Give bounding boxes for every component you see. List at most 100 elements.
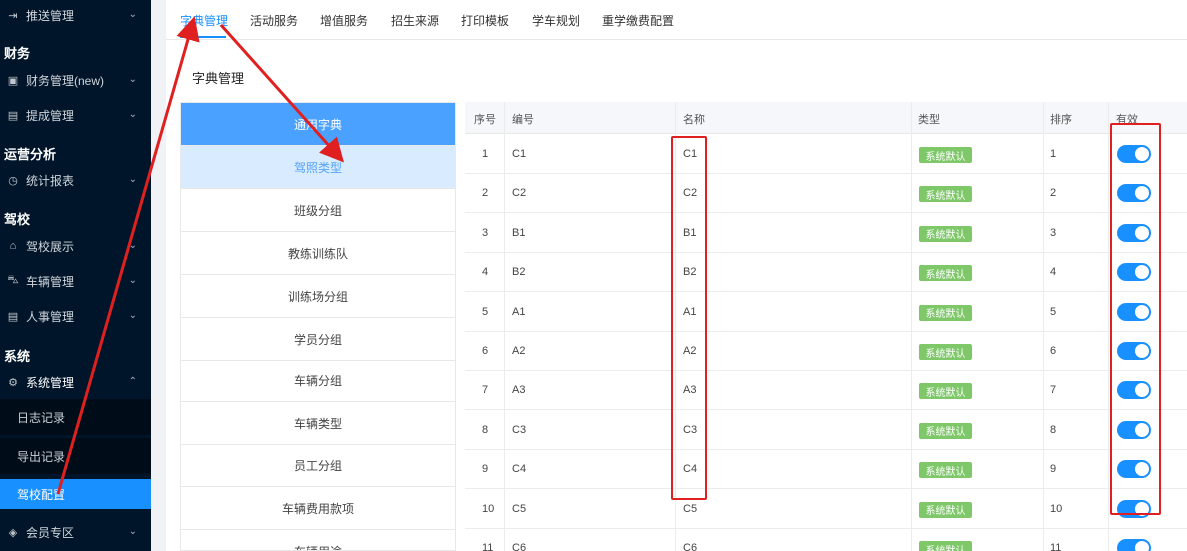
column-header-code: 编号 <box>512 114 534 126</box>
dict-item[interactable]: 训练场分组 <box>181 275 455 318</box>
cell-code: C5 <box>512 502 527 515</box>
cell-code: C3 <box>512 423 527 436</box>
annotation-box-name-column <box>671 136 707 500</box>
sidebar-group-school: 驾校 <box>4 212 31 227</box>
dictionary-list: 通用字典 驾照类型 班级分组 教练训练队 训练场分组 学员分组 车辆分组 车辆类… <box>180 102 456 551</box>
cell-sort: 2 <box>1050 187 1057 200</box>
cell-index: 4 <box>482 266 489 279</box>
enabled-toggle[interactable] <box>1117 539 1151 551</box>
sidebar-subitem-export[interactable]: 导出记录 <box>0 438 151 474</box>
sidebar-group-ops: 运营分析 <box>4 147 57 162</box>
dict-item[interactable]: 车辆类型 <box>181 402 455 445</box>
cell-name: C5 <box>683 502 698 515</box>
chevron-down-icon: ⌄ <box>128 240 137 251</box>
document-icon: ▤ <box>7 310 19 323</box>
clock-icon: ◷ <box>8 174 18 187</box>
dict-item[interactable]: 教练训练队 <box>181 232 455 275</box>
dict-list-header[interactable]: 通用字典 <box>181 103 455 146</box>
wallet-icon: ▣ <box>7 74 19 87</box>
cell-sort: 3 <box>1050 226 1057 239</box>
sidebar-subitem-school-config[interactable]: 驾校配置 <box>0 479 151 509</box>
type-tag-system-default: 系统默认 <box>919 147 972 163</box>
sidebar-subitem-log[interactable]: 日志记录 <box>0 399 151 435</box>
chevron-down-icon: ⌄ <box>128 9 137 20</box>
sidebar-item-finance[interactable]: ▣ 财务管理(new) ⌄ <box>0 66 151 94</box>
type-tag-system-default: 系统默认 <box>919 422 972 439</box>
dict-item-license-type[interactable]: 驾照类型 <box>181 146 455 189</box>
tab-activity[interactable]: 活动服务 <box>250 12 298 29</box>
cell-sort: 4 <box>1050 266 1057 279</box>
sidebar-item-label: 车辆管理 <box>26 274 75 289</box>
sidebar-item-push[interactable]: ⇥ 推送管理 ⌄ <box>0 1 151 29</box>
tab-print-template[interactable]: 打印模板 <box>461 12 509 29</box>
document-icon: ▤ <box>7 109 19 122</box>
cell-code: C1 <box>512 148 527 160</box>
sidebar-item-label: 会员专区 <box>26 525 75 540</box>
cell-code: A3 <box>512 384 526 397</box>
tab-relearn-fee[interactable]: 重学缴费配置 <box>602 12 674 29</box>
column-header-index: 序号 <box>474 114 496 126</box>
table-row: 3 B1 B1 3 系统默认 <box>465 214 1187 253</box>
sidebar-item-label: 人事管理 <box>26 309 75 324</box>
dict-item[interactable]: 员工分组 <box>181 444 455 487</box>
dict-item[interactable]: 班级分组 <box>181 189 455 232</box>
cell-code: C4 <box>512 463 527 476</box>
dict-item[interactable]: 学员分组 <box>181 318 455 361</box>
column-header-sort: 排序 <box>1050 114 1072 126</box>
type-tag-system-default: 系统默认 <box>919 344 972 360</box>
cell-sort: 8 <box>1050 423 1057 436</box>
chevron-down-icon: ⌄ <box>128 109 137 120</box>
cell-index: 8 <box>482 423 489 436</box>
cell-index: 11 <box>482 542 494 551</box>
cell-index: 9 <box>482 463 489 476</box>
sidebar-item-label: 推送管理 <box>26 8 75 23</box>
sidebar-item-commission[interactable]: ▤ 提成管理 ⌄ <box>0 101 151 129</box>
cell-code: B2 <box>512 266 526 279</box>
sidebar-item-school-show[interactable]: ⌂ 驾校展示 ⌄ <box>0 232 151 260</box>
tab-value-added[interactable]: 增值服务 <box>320 12 368 29</box>
sidebar-item-system[interactable]: ⚙ 系统管理 ⌃ <box>0 368 151 396</box>
type-tag-system-default: 系统默认 <box>919 383 972 400</box>
diamond-icon: ◈ <box>8 526 18 539</box>
sidebar-subitem-label: 日志记录 <box>17 410 66 425</box>
sidebar-item-label: 统计报表 <box>26 173 75 188</box>
home-icon: ⌂ <box>9 240 17 252</box>
cell-code: B1 <box>512 226 526 239</box>
sidebar-item-vehicle[interactable]: ⛍ 车辆管理 ⌄ <box>0 267 151 295</box>
sidebar-item-label: 驾校展示 <box>26 239 75 254</box>
tab-dictionary[interactable]: 字典管理 <box>180 12 228 29</box>
dict-item[interactable]: 车辆分组 <box>181 359 455 402</box>
type-tag-system-default: 系统默认 <box>919 225 972 242</box>
column-header-name: 名称 <box>683 114 705 126</box>
chevron-down-icon: ⌄ <box>128 275 137 286</box>
gear-icon: ⚙ <box>8 376 18 389</box>
cell-index: 2 <box>482 187 489 200</box>
car-icon: ⛍ <box>7 274 19 286</box>
toggle-knob <box>1135 541 1149 551</box>
dictionary-table: 序号 编号 名称 类型 排序 有效 1 C1 C1 1 系统默认 2 C2 C2 2 系统默认 3 B… <box>465 102 1187 551</box>
sidebar-item-label: 财务管理(new) <box>26 73 105 88</box>
dict-item[interactable]: 车辆费用款项 <box>181 487 455 530</box>
chevron-up-icon: ⌃ <box>128 376 137 387</box>
table-row: 5 A1 A1 5 系统默认 <box>465 293 1187 332</box>
cell-index: 10 <box>482 502 495 515</box>
annotation-box-enabled-column <box>1110 123 1161 515</box>
sidebar-group-system: 系统 <box>4 349 31 364</box>
sidebar-group-finance: 财务 <box>4 46 31 61</box>
cell-index: 3 <box>482 226 489 239</box>
sidebar-item-label: 提成管理 <box>26 108 75 123</box>
tab-enroll-source[interactable]: 招生来源 <box>391 12 439 29</box>
sidebar-subitem-label: 导出记录 <box>17 449 66 464</box>
tab-learning-plan[interactable]: 学车规划 <box>532 12 580 29</box>
dict-item[interactable]: 车辆用途 <box>181 530 455 551</box>
table-row: 8 C3 C3 8 系统默认 <box>465 411 1187 450</box>
column-header-type: 类型 <box>918 114 940 126</box>
type-tag-system-default: 系统默认 <box>919 501 972 518</box>
sidebar-item-hr[interactable]: ▤ 人事管理 ⌄ <box>0 302 151 330</box>
sidebar-item-stats[interactable]: ◷ 统计报表 ⌄ <box>0 166 151 194</box>
cell-code: A1 <box>512 305 526 318</box>
sidebar-item-member[interactable]: ◈ 会员专区 ⌄ <box>0 518 151 546</box>
chevron-down-icon: ⌄ <box>128 526 137 537</box>
cell-sort: 5 <box>1050 305 1057 318</box>
cell-name: C6 <box>683 542 698 551</box>
